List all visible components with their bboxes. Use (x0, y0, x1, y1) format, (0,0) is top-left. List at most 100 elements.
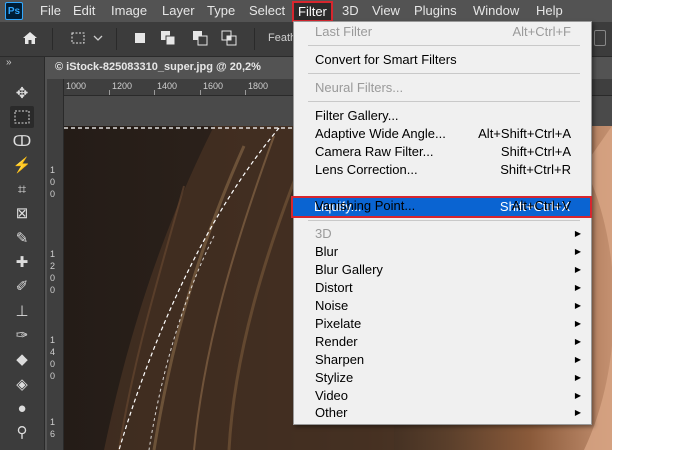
frame-tool-icon[interactable]: ⊠ (10, 203, 34, 225)
menu-item-camera-raw-filter[interactable]: Camera Raw Filter... Shift+Ctrl+A (294, 143, 591, 161)
marquee-preset-icon[interactable] (70, 30, 86, 46)
menu-view[interactable]: View (372, 3, 400, 18)
menu-3d[interactable]: 3D (342, 3, 359, 18)
dodge-tool-icon[interactable]: ⚲ (10, 422, 34, 444)
new-selection-icon[interactable] (132, 30, 148, 46)
ruler-tick (154, 90, 155, 95)
add-selection-icon[interactable] (160, 30, 176, 46)
eraser-tool-icon[interactable]: ◆ (10, 349, 34, 371)
menu-item-blur-gallery[interactable]: Blur Gallery ▶ (294, 261, 591, 279)
submenu-arrow-icon: ▶ (574, 319, 581, 328)
menu-item-shortcut: Alt+Ctrl+V (511, 198, 571, 213)
crop-tool-icon[interactable]: ⌗ (10, 179, 34, 201)
history-brush-icon[interactable]: ✑ (10, 325, 34, 347)
menu-help[interactable]: Help (536, 3, 563, 18)
menu-item-render[interactable]: Render ▶ (294, 333, 591, 351)
home-icon[interactable] (22, 30, 38, 46)
brush-tool-icon[interactable]: ✐ (10, 276, 34, 298)
eyedropper-tool-icon[interactable]: ✎ (10, 228, 34, 250)
menu-item-distort[interactable]: Distort ▶ (294, 279, 591, 297)
submenu-arrow-icon: ▶ (574, 301, 581, 310)
menu-item-label: Blur (315, 244, 339, 259)
ruler-digit: 0 (50, 371, 56, 381)
menu-item-video[interactable]: Video ▶ (294, 387, 591, 405)
submenu-arrow-icon: ▶ (574, 355, 581, 364)
vertical-ruler: 1 0 0 1 2 0 0 1 4 0 0 1 6 (47, 79, 64, 450)
submenu-arrow-icon: ▶ (574, 247, 581, 256)
menu-layer[interactable]: Layer (162, 3, 195, 18)
menu-item-label: Blur Gallery (315, 262, 383, 277)
menu-item-label: Other (315, 405, 348, 420)
options-divider (254, 28, 255, 50)
options-dropdown[interactable] (594, 30, 606, 46)
healing-brush-icon[interactable]: ✚ (10, 252, 34, 274)
ruler-digit: 4 (50, 347, 56, 357)
menu-item-label: 3D (315, 226, 332, 241)
menu-item-stylize[interactable]: Stylize ▶ (294, 369, 591, 387)
menu-item-vanishing-point[interactable]: Vanishing Point... Alt+Ctrl+V (294, 197, 591, 215)
menu-file[interactable]: File (40, 3, 61, 18)
menu-edit[interactable]: Edit (73, 3, 95, 18)
menu-item-shortcut: Alt+Shift+Ctrl+A (478, 126, 571, 141)
ruler-digit: 0 (50, 359, 56, 369)
menu-item-label: Noise (315, 298, 349, 313)
submenu-arrow-icon: ▶ (574, 408, 581, 417)
magic-wand-tool-icon[interactable]: ⚡ (10, 155, 34, 177)
blur-tool-icon[interactable]: ● (10, 398, 34, 420)
menu-plugins[interactable]: Plugins (414, 3, 457, 18)
menu-item-noise[interactable]: Noise ▶ (294, 297, 591, 315)
ruler-digit: 0 (50, 285, 56, 295)
menu-item-pixelate[interactable]: Pixelate ▶ (294, 315, 591, 333)
menu-item-label: Vanishing Point... (315, 198, 416, 213)
options-divider (116, 28, 117, 50)
ruler-digit: 0 (50, 189, 56, 199)
submenu-arrow-icon: ▶ (574, 391, 581, 400)
menu-item-sharpen[interactable]: Sharpen ▶ (294, 351, 591, 369)
menu-item-shortcut: Shift+Ctrl+A (500, 144, 571, 159)
menu-item-label: Sharpen (315, 352, 365, 367)
menu-item-label: Convert for Smart Filters (315, 52, 457, 67)
menu-select[interactable]: Select (249, 3, 285, 18)
menu-image[interactable]: Image (111, 3, 147, 18)
menu-item-other[interactable]: Other ▶ (294, 404, 591, 422)
ruler-digit: 0 (50, 177, 56, 187)
menu-item-label: Video (315, 388, 349, 403)
ruler-digit: 1 (50, 335, 56, 345)
menu-separator (308, 101, 580, 102)
ruler-digit: 1 (50, 249, 56, 259)
menu-item-neural-filters: Neural Filters... (294, 79, 591, 97)
menu-item-lens-correction[interactable]: Lens Correction... Shift+Ctrl+R (294, 161, 591, 179)
intersect-selection-icon[interactable] (221, 30, 237, 46)
menu-item-label: Filter Gallery... (315, 108, 399, 123)
menu-item-last-filter: Last Filter Alt+Ctrl+F (294, 23, 591, 41)
menu-item-label: Render (315, 334, 358, 349)
collapse-icon[interactable]: » (6, 57, 12, 68)
menu-item-filter-gallery[interactable]: Filter Gallery... (294, 107, 591, 125)
clone-stamp-icon[interactable]: ⊥ (10, 301, 34, 323)
ruler-label: 1000 (66, 81, 87, 91)
ruler-digit: 1 (50, 417, 56, 427)
ruler-label: 1200 (112, 81, 133, 91)
document-tab[interactable]: © iStock-825083310_super.jpg @ 20,2% (47, 57, 307, 78)
menu-item-blur[interactable]: Blur ▶ (294, 243, 591, 261)
move-tool-icon[interactable]: ✥ (10, 83, 34, 105)
menu-item-label: Last Filter (315, 24, 373, 39)
lasso-tool-icon[interactable]: ↀ (10, 131, 34, 153)
ruler-label: 1400 (157, 81, 178, 91)
paint-bucket-icon[interactable]: ◈ (10, 374, 34, 396)
menu-separator (308, 220, 580, 221)
menu-window[interactable]: Window (473, 3, 519, 18)
menu-type[interactable]: Type (207, 3, 235, 18)
menu-item-shortcut: Shift+Ctrl+R (500, 162, 571, 177)
submenu-arrow-icon: ▶ (574, 337, 581, 346)
menu-item-convert-smart-filters[interactable]: Convert for Smart Filters (294, 51, 591, 69)
menu-item-adaptive-wide-angle[interactable]: Adaptive Wide Angle... Alt+Shift+Ctrl+A (294, 125, 591, 143)
subtract-selection-icon[interactable] (192, 30, 208, 46)
chevron-down-icon[interactable] (92, 30, 104, 46)
marquee-tool-icon[interactable] (10, 106, 34, 128)
submenu-arrow-icon: ▶ (574, 373, 581, 382)
options-divider (52, 28, 53, 50)
ruler-label: 1800 (248, 81, 269, 91)
menu-item-label: Pixelate (315, 316, 362, 331)
menu-filter[interactable]: Filter (292, 1, 333, 22)
